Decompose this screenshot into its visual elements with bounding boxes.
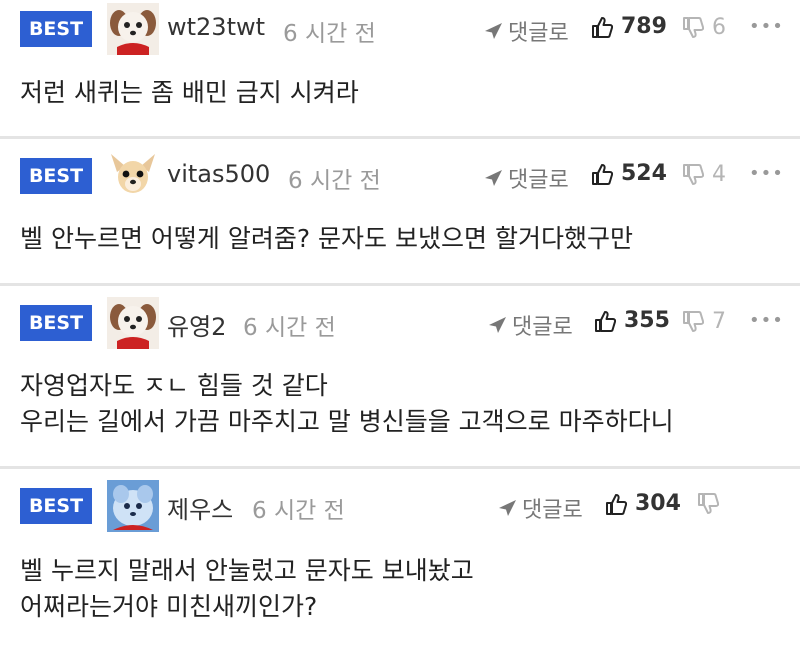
dislike-count: 7 [712,309,726,334]
timestamp: 6 시간 전 [283,21,376,47]
like-count: 304 [635,491,681,516]
dislike-count: 4 [712,162,726,187]
dislike-button[interactable]: 4 [682,162,726,187]
more-options-button[interactable]: ••• [749,16,784,37]
puppy-avatar[interactable] [107,3,159,55]
more-options-button[interactable]: ••• [749,163,784,184]
like-button[interactable]: 304 [605,491,681,516]
reply-arrow-icon [485,23,502,39]
comment-item: BEST 유영2 6 시간 전 댓글로 355 7 ••• 자영업자도 ㅈㄴ 힘… [0,286,800,466]
reply-button[interactable]: 댓글로 [486,309,573,341]
reply-label: 댓글로 [512,315,573,340]
thumbs-down-icon [683,310,704,332]
more-options-button[interactable]: ••• [749,310,784,331]
blue-creature-avatar[interactable] [107,480,159,532]
thumbs-up-icon [595,310,616,332]
reply-label: 댓글로 [508,168,569,193]
reply-label: 댓글로 [522,498,583,523]
chihuahua-avatar[interactable] [107,150,159,202]
dislike-button[interactable] [697,492,727,516]
comment-text: 벨 누르지 말래서 안눌렀고 문자도 보내놨고 어쩌라는거야 미친새끼인가? [20,556,474,621]
nickname[interactable]: wt23twt [167,13,265,41]
thumbs-down-icon [683,16,704,38]
reply-button[interactable]: 댓글로 [482,162,569,194]
comment-item: BEST wt23twt 6 시간 전 댓글로 789 6 ••• 저런 새퀴는… [0,0,800,136]
reply-arrow-icon [485,170,502,186]
puppy-avatar[interactable] [107,297,159,349]
like-button[interactable]: 524 [591,161,667,186]
comment-item: BEST 제우스 6 시간 전 댓글로 304 벨 누르지 말래서 안눌렀고 문… [0,469,800,647]
like-button[interactable]: 355 [594,308,670,333]
timestamp: 6 시간 전 [243,315,336,341]
reply-arrow-icon [499,500,516,516]
thumbs-up-icon [592,16,613,38]
like-count: 524 [621,161,667,186]
comment-text: 자영업자도 ㅈㄴ 힘들 것 같다 우리는 길에서 가끔 마주치고 말 병신들을 … [20,371,674,436]
reply-button[interactable]: 댓글로 [482,15,569,47]
like-button[interactable]: 789 [591,14,667,39]
best-badge: BEST [20,305,92,341]
dislike-button[interactable]: 7 [682,309,726,334]
dislike-button[interactable]: 6 [682,15,726,40]
thumbs-down-icon [698,493,719,514]
thumbs-up-icon [606,493,627,515]
best-badge: BEST [20,158,92,194]
best-badge: BEST [20,11,92,47]
nickname[interactable]: 제우스 [167,490,233,525]
comment-text: 저런 새퀴는 좀 배민 금지 시켜라 [20,78,359,107]
thumbs-down-icon [683,163,704,185]
nickname[interactable]: 유영2 [167,307,226,342]
like-count: 789 [621,14,667,39]
reply-button[interactable]: 댓글로 [496,492,583,524]
timestamp: 6 시간 전 [288,168,381,194]
comment-item: BEST vitas500 6 시간 전 댓글로 524 4 ••• 벨 안누르… [0,139,800,283]
like-count: 355 [624,308,670,333]
best-badge: BEST [20,488,92,524]
thumbs-up-icon [592,163,613,185]
reply-label: 댓글로 [508,21,569,46]
comment-text: 벨 안누르면 어떻게 알려줌? 문자도 보냈으면 할거다했구만 [20,224,633,253]
timestamp: 6 시간 전 [252,498,345,524]
reply-arrow-icon [489,317,506,333]
dislike-count: 6 [712,15,726,40]
nickname[interactable]: vitas500 [167,160,270,188]
